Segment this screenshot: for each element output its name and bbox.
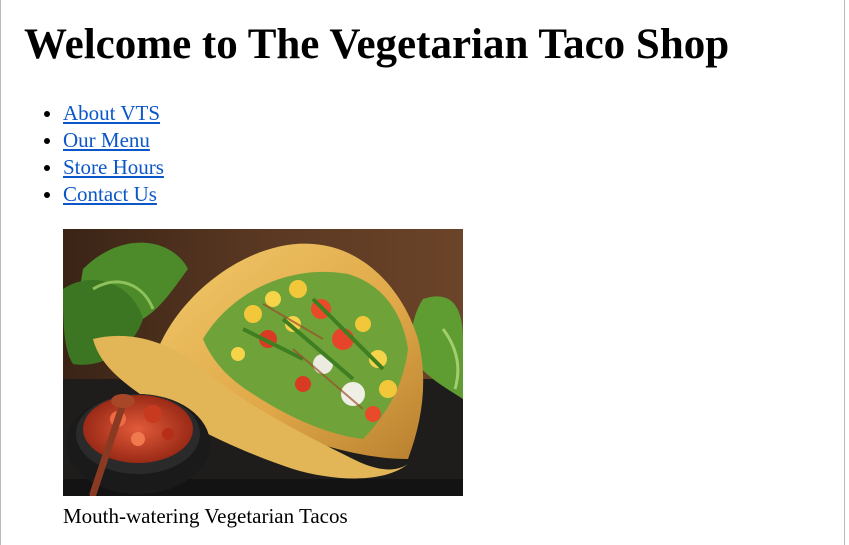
taco-photo bbox=[63, 229, 463, 496]
taco-figure: Mouth-watering Vegetarian Tacos bbox=[63, 229, 463, 529]
nav-link-contact[interactable]: Contact Us bbox=[63, 182, 157, 206]
nav-item-menu: Our Menu bbox=[63, 127, 824, 154]
nav-item-contact: Contact Us bbox=[63, 181, 824, 208]
page-title: Welcome to The Vegetarian Taco Shop bbox=[24, 21, 730, 68]
nav-link-hours[interactable]: Store Hours bbox=[63, 155, 164, 179]
page-content: Welcome to The Vegetarian Taco Shop Abou… bbox=[24, 0, 824, 529]
nav-link-about[interactable]: About VTS bbox=[63, 101, 160, 125]
nav-link-menu[interactable]: Our Menu bbox=[63, 128, 150, 152]
nav-item-about: About VTS bbox=[63, 100, 824, 127]
nav-item-hours: Store Hours bbox=[63, 154, 824, 181]
main-nav-list: About VTS Our Menu Store Hours Contact U… bbox=[24, 100, 824, 208]
figure-caption: Mouth-watering Vegetarian Tacos bbox=[63, 504, 348, 528]
